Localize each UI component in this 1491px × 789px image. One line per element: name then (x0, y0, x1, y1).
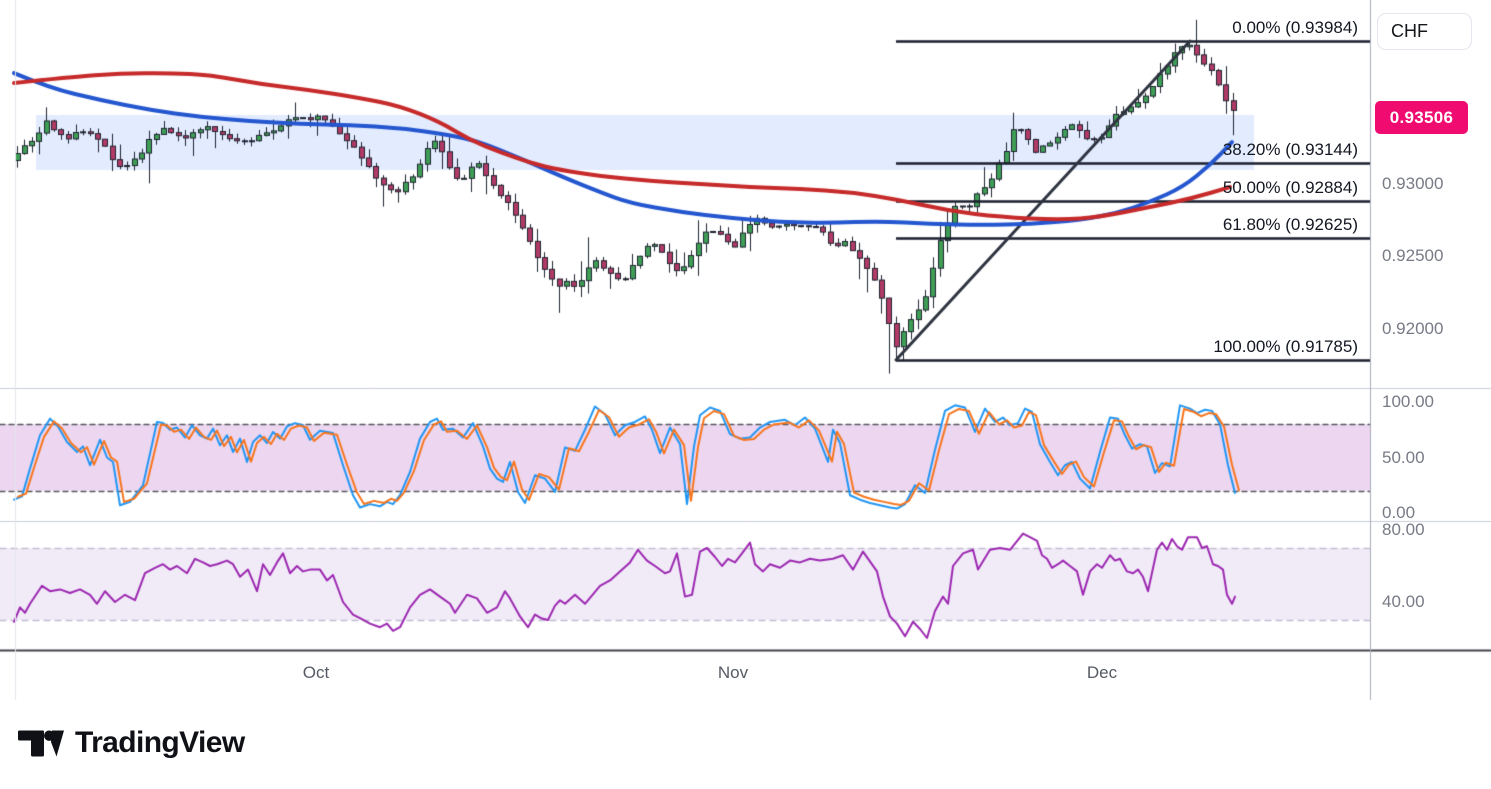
price-tick: 0.92500 (1382, 246, 1444, 266)
fib-level-label: 100.00% (0.91785) (1213, 337, 1358, 356)
chart-root: 0.00% (0.93984) 38.20% (0.93144) 50.00% (0… (0, 0, 1491, 789)
rsi-tick: 40.00 (1382, 592, 1425, 611)
currency-toggle-button[interactable]: CHF (1377, 13, 1472, 50)
month-label: Nov (717, 663, 749, 682)
price-tick: 0.93000 (1382, 173, 1444, 193)
fib-level-label: 38.20% (0.93144) (1222, 139, 1358, 159)
month-label: Oct (302, 663, 330, 682)
fib-level-label: 61.80% (0.92625) (1222, 215, 1358, 235)
tradingview-logo-text: TradingView (75, 726, 245, 759)
fib-level-label: 0.00% (0.93984) (1232, 18, 1358, 37)
last-price-badge: 0.93506 (1375, 101, 1468, 134)
rsi-tick: 80.00 (1382, 520, 1425, 539)
stochastic-tick: 50.00 (1382, 447, 1425, 467)
month-label: Dec (1086, 663, 1118, 682)
stochastic-tick: 100.00 (1382, 392, 1434, 411)
fib-level-label: 50.00% (0.92884) (1222, 177, 1358, 197)
tradingview-logo[interactable]: TradingView (18, 726, 245, 760)
tradingview-logo-icon (18, 730, 64, 756)
price-tick: 0.92000 (1382, 318, 1444, 338)
